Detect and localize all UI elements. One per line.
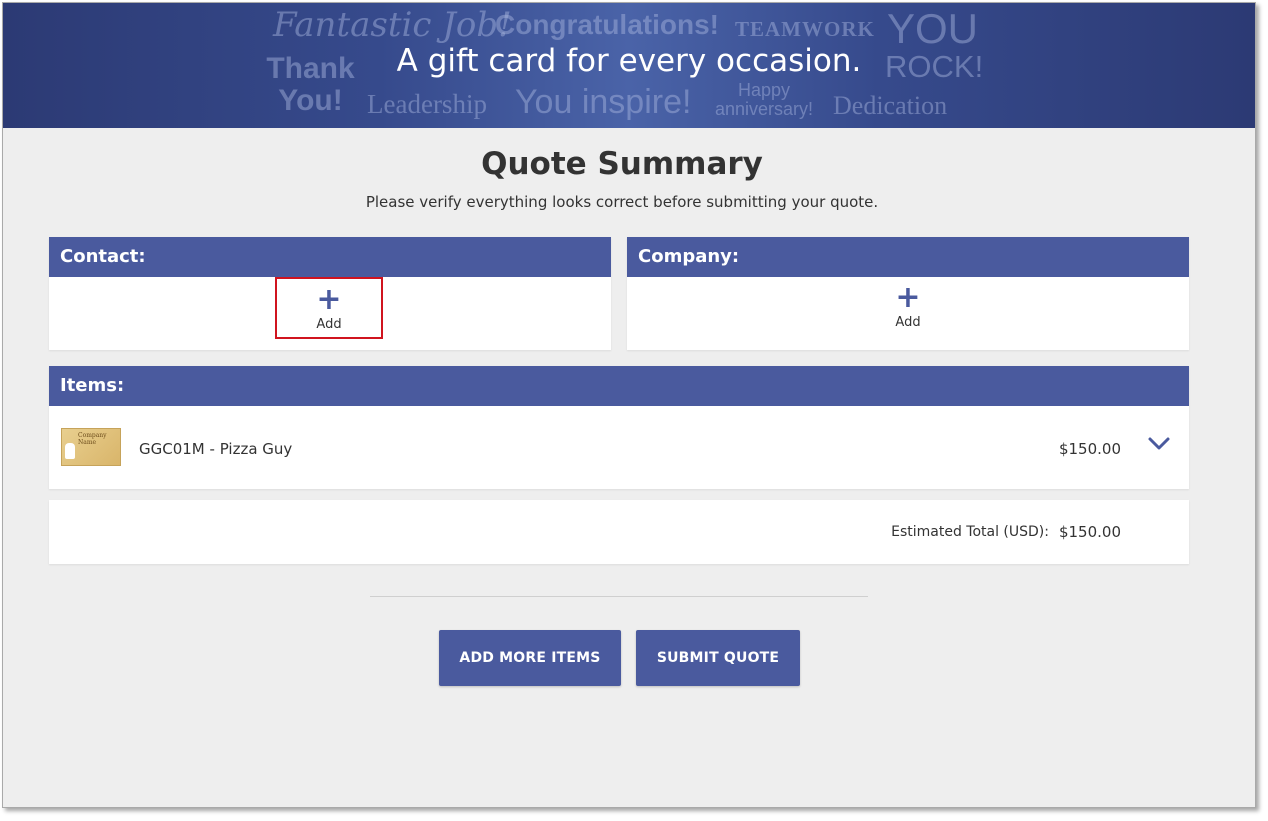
item-name: GGC01M - Pizza Guy <box>139 440 293 458</box>
banner-word: Happy anniversary! <box>714 80 814 119</box>
page-title: Quote Summary <box>481 146 763 182</box>
items-panel: Items: Company Name GGC01M - Pizza Guy $… <box>49 366 1189 489</box>
add-company-button[interactable]: + Add <box>854 277 962 339</box>
company-panel-header: Company: <box>627 237 1189 277</box>
item-price: $150.00 <box>1058 440 1121 458</box>
banner-word: Dedication <box>833 91 948 120</box>
banner-word: TEAMWORK <box>735 17 875 41</box>
chevron-down-icon[interactable] <box>1147 432 1171 456</box>
add-contact-button[interactable]: + Add <box>275 277 383 339</box>
app-window: Fantastic Job! Congratulations! TEAMWORK… <box>2 2 1256 808</box>
items-panel-header: Items: <box>49 366 1189 406</box>
plus-icon: + <box>316 282 342 317</box>
contact-panel: Contact: + Add <box>49 237 611 350</box>
list-item: Company Name GGC01M - Pizza Guy $150.00 <box>49 406 1189 489</box>
submit-quote-button[interactable]: SUBMIT QUOTE <box>636 630 800 686</box>
plus-icon: + <box>895 280 921 315</box>
page-subtitle: Please verify everything looks correct b… <box>365 193 879 211</box>
hero-banner: Fantastic Job! Congratulations! TEAMWORK… <box>3 3 1255 128</box>
estimated-total-value: $150.00 <box>1058 523 1121 541</box>
company-panel: Company: + Add <box>627 237 1189 350</box>
thumbnail-text: Company Name <box>78 432 107 446</box>
add-more-items-button[interactable]: ADD MORE ITEMS <box>439 630 621 686</box>
divider <box>370 596 868 597</box>
estimated-total-panel: Estimated Total (USD): $150.00 <box>49 500 1189 564</box>
item-thumbnail: Company Name <box>61 428 121 466</box>
banner-word: Leadership <box>367 89 487 119</box>
banner-word: You inspire! <box>515 83 692 121</box>
add-company-label: Add <box>895 315 921 330</box>
banner-word: Congratulations! <box>495 9 719 40</box>
banner-tagline: A gift card for every occasion. <box>396 43 862 79</box>
banner-word: Fantastic Job! <box>273 5 512 45</box>
estimated-total-label: Estimated Total (USD): <box>891 524 1049 540</box>
chef-figure <box>65 443 75 459</box>
add-contact-label: Add <box>316 317 342 332</box>
contact-panel-header: Contact: <box>49 237 611 277</box>
